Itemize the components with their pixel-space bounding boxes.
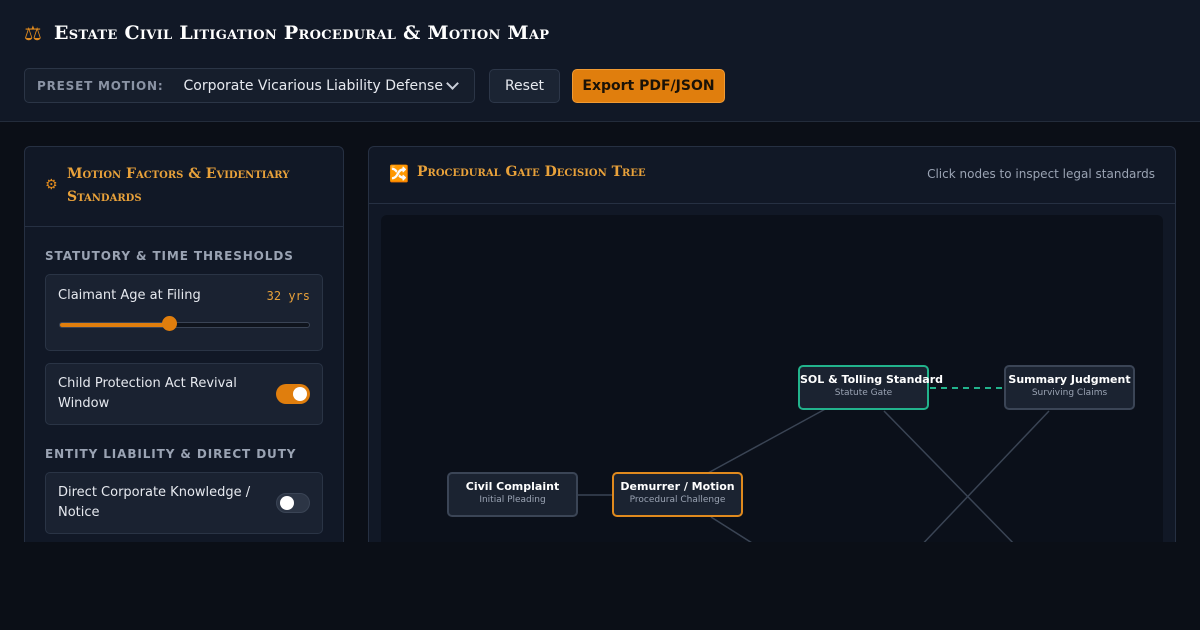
slider-fill xyxy=(60,323,170,327)
motion-factors-title: Motion Factors & Evidentiary Standards xyxy=(67,166,290,205)
decision-tree-hint: Click nodes to inspect legal standards xyxy=(927,167,1155,181)
revival-window-label: Child Protection Act Revival Window xyxy=(58,376,237,411)
node-subtitle: Statute Gate xyxy=(834,388,893,398)
node-title: Civil Complaint xyxy=(465,480,560,493)
claimant-age-slider[interactable] xyxy=(59,322,310,328)
gear-icon: ⚙ xyxy=(45,177,58,193)
decision-tree-title: Procedural Gate Decision Tree xyxy=(417,164,646,180)
claimant-age-label: Claimant Age at Filing xyxy=(58,288,201,303)
toggle-knob xyxy=(293,387,307,401)
app-title: Estate Civil Litigation Procedural & Mot… xyxy=(53,22,550,44)
edge-sol-down xyxy=(883,410,1022,552)
decision-tree-panel: 🔀 Procedural Gate Decision Tree Click no… xyxy=(368,146,1176,566)
decision-tree-header: 🔀 Procedural Gate Decision Tree Click no… xyxy=(369,147,1175,204)
section-entity-label: ENTITY LIABILITY & DIRECT DUTY xyxy=(45,447,297,461)
motion-factors-panel: ⚙ Motion Factors & Evidentiary Standards… xyxy=(24,146,344,566)
claimant-age-value: 32 yrs xyxy=(266,289,310,303)
node-subtitle: Surviving Claims xyxy=(1031,388,1108,398)
scales-icon: ⚖ xyxy=(24,21,42,45)
claimant-age-card: Claimant Age at Filing 32 yrs xyxy=(45,274,323,351)
preset-motion-value: Corporate Vicarious Liability Defense xyxy=(183,77,443,94)
chevron-down-icon xyxy=(446,77,459,90)
node-title: SOL & Tolling Standard xyxy=(800,373,944,386)
decision-tree-canvas: Civil Complaint Initial Pleading Demurre… xyxy=(381,215,1163,565)
reset-button[interactable]: Reset xyxy=(489,69,560,103)
node-civil-complaint[interactable]: Civil Complaint Initial Pleading xyxy=(447,472,578,517)
node-sol-tolling[interactable]: SOL & Tolling Standard Statute Gate xyxy=(798,365,944,410)
shuffle-icon: 🔀 xyxy=(389,164,409,183)
motion-factors-header: ⚙ Motion Factors & Evidentiary Standards xyxy=(25,147,343,227)
export-button[interactable]: Export PDF/JSON xyxy=(572,69,725,103)
node-subtitle: Initial Pleading xyxy=(479,495,546,505)
slider-thumb[interactable] xyxy=(162,316,178,331)
node-subtitle: Procedural Challenge xyxy=(629,495,726,505)
edge-summary-down xyxy=(915,410,1050,552)
toggle-knob xyxy=(280,496,294,510)
node-demurrer-motion[interactable]: Demurrer / Motion Procedural Challenge xyxy=(612,472,743,517)
section-statutory-label: STATUTORY & TIME THRESHOLDS xyxy=(45,249,294,263)
corporate-knowledge-toggle[interactable] xyxy=(276,493,310,513)
edge-demurrer-sol xyxy=(707,406,830,474)
revival-window-toggle[interactable] xyxy=(276,384,310,404)
node-title: Summary Judgment xyxy=(1008,373,1131,386)
app-header: ⚖ Estate Civil Litigation Procedural & M… xyxy=(0,0,1200,122)
node-summary-judgment[interactable]: Summary Judgment Surviving Claims xyxy=(1004,365,1135,410)
corporate-knowledge-label: Direct Corporate Knowledge / Notice xyxy=(58,485,251,520)
node-title: Demurrer / Motion xyxy=(620,480,735,493)
revival-window-card: Child Protection Act Revival Window xyxy=(45,363,323,425)
title-row: ⚖ Estate Civil Litigation Procedural & M… xyxy=(24,22,549,44)
corporate-knowledge-card: Direct Corporate Knowledge / Notice xyxy=(45,472,323,534)
preset-motion-label: PRESET MOTION: xyxy=(37,78,164,93)
page-background xyxy=(0,542,1200,630)
preset-motion-select[interactable]: PRESET MOTION: Corporate Vicarious Liabi… xyxy=(24,68,475,103)
